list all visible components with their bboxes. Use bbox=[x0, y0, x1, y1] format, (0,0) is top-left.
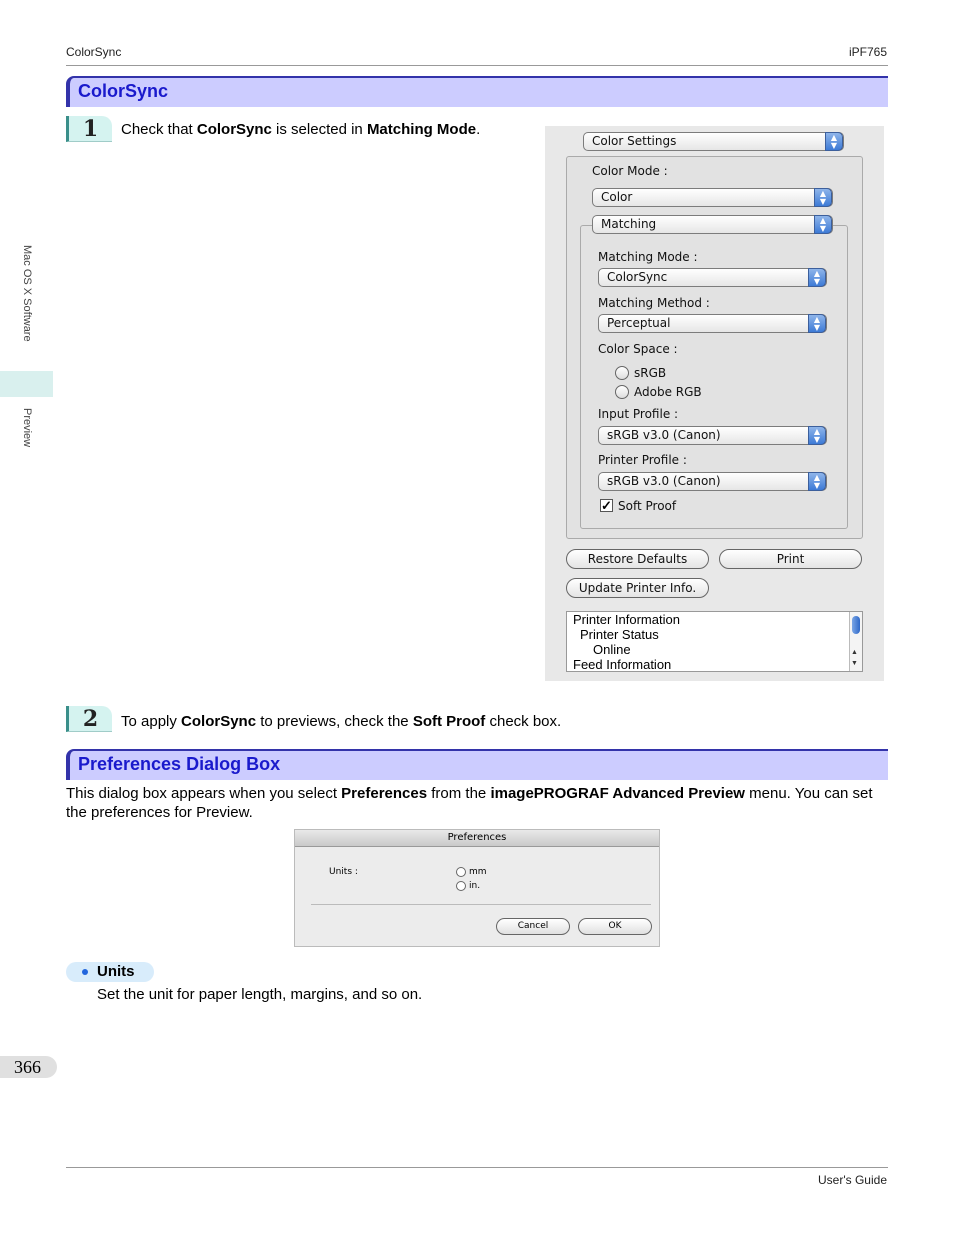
running-header-right: iPF765 bbox=[848, 45, 887, 59]
step-number: 1 bbox=[66, 116, 112, 142]
matching-method-popup[interactable]: Perceptual ▲ ▼ bbox=[598, 314, 827, 333]
section-heading-preferences: Preferences Dialog Box bbox=[66, 749, 888, 780]
input-profile-label: Input Profile : bbox=[598, 407, 679, 421]
matching-mode-popup[interactable]: ColorSync ▲ ▼ bbox=[598, 268, 827, 287]
step-number: 2 bbox=[66, 706, 112, 732]
printer-profile-label: Printer Profile : bbox=[598, 453, 687, 467]
print-button[interactable]: Print bbox=[719, 549, 862, 569]
scroll-thumb[interactable] bbox=[852, 616, 860, 634]
in-radio[interactable] bbox=[456, 881, 466, 891]
dialog-title: Preferences bbox=[295, 830, 659, 847]
popup-arrows-icon: ▲ ▼ bbox=[825, 132, 843, 151]
section-heading-colorsync: ColorSync bbox=[66, 76, 888, 107]
page-number: 366 bbox=[0, 1056, 57, 1078]
footer-rule bbox=[66, 1167, 888, 1168]
list-item[interactable]: Online bbox=[593, 642, 631, 657]
srgb-label: sRGB bbox=[634, 366, 667, 380]
matching-mode-label: Matching Mode : bbox=[598, 250, 698, 264]
units-description: Set the unit for paper length, margins, … bbox=[97, 986, 423, 1003]
bullet-icon bbox=[82, 969, 88, 975]
adobe-rgb-radio[interactable] bbox=[615, 385, 629, 399]
popup-arrows-icon: ▲ ▼ bbox=[814, 215, 832, 234]
matching-tab-popup[interactable]: Matching ▲ ▼ bbox=[592, 215, 833, 234]
list-item[interactable]: Printer Status bbox=[580, 627, 659, 642]
printer-info-list[interactable]: Printer Information Printer Status Onlin… bbox=[566, 611, 863, 672]
color-settings-popup[interactable]: Color Settings ▲ ▼ bbox=[583, 132, 844, 151]
header-rule bbox=[66, 65, 888, 66]
input-profile-popup[interactable]: sRGB v3.0 (Canon) ▲ ▼ bbox=[598, 426, 827, 445]
section-title: ColorSync bbox=[78, 81, 169, 101]
list-item[interactable]: Printer Information bbox=[573, 612, 680, 627]
colorsync-settings-panel: Color Settings ▲ ▼ Color Mode : Color ▲ ▼ Ma… bbox=[545, 126, 884, 681]
in-label: in. bbox=[469, 881, 481, 891]
ok-button[interactable]: OK bbox=[578, 918, 652, 935]
adobe-rgb-label: Adobe RGB bbox=[634, 385, 702, 399]
popup-arrows-icon: ▲ ▼ bbox=[814, 188, 832, 207]
popup-arrows-icon: ▲ ▼ bbox=[808, 472, 826, 491]
mm-radio[interactable] bbox=[456, 867, 466, 877]
matching-method-label: Matching Method : bbox=[598, 296, 710, 310]
soft-proof-checkbox[interactable]: ✓ bbox=[600, 499, 613, 512]
color-space-label: Color Space : bbox=[598, 342, 678, 356]
list-scrollbar[interactable]: ▲ ▼ bbox=[849, 612, 862, 671]
step-1-text: Check that ColorSync is selected in Matc… bbox=[121, 121, 481, 138]
cancel-button[interactable]: Cancel bbox=[496, 918, 570, 935]
section-title: Preferences Dialog Box bbox=[78, 754, 281, 774]
scroll-down-arrow-icon[interactable]: ▼ bbox=[851, 660, 858, 667]
scroll-up-arrow-icon[interactable]: ▲ bbox=[851, 649, 858, 656]
units-label: Units : bbox=[329, 867, 358, 877]
color-mode-popup[interactable]: Color ▲ ▼ bbox=[592, 188, 833, 207]
srgb-radio[interactable] bbox=[615, 366, 629, 380]
side-tab-marker bbox=[0, 371, 53, 397]
step-2-text: To apply ColorSync to previews, check th… bbox=[121, 713, 562, 730]
list-item[interactable]: Feed Information bbox=[573, 657, 671, 672]
running-header-left: ColorSync bbox=[66, 45, 122, 59]
printer-profile-popup[interactable]: sRGB v3.0 (Canon) ▲ ▼ bbox=[598, 472, 827, 491]
preferences-description: This dialog box appears when you select … bbox=[66, 785, 873, 821]
footer-right: User's Guide bbox=[818, 1173, 887, 1187]
popup-arrows-icon: ▲ ▼ bbox=[808, 268, 826, 287]
side-tab-section: Preview bbox=[21, 408, 33, 448]
soft-proof-label: Soft Proof bbox=[618, 499, 677, 513]
side-tab-chapter: Mac OS X Software bbox=[21, 245, 33, 342]
units-heading-label: Units bbox=[97, 963, 135, 980]
color-mode-label: Color Mode : bbox=[592, 164, 668, 178]
update-printer-info-button[interactable]: Update Printer Info. bbox=[566, 578, 709, 598]
mm-label: mm bbox=[469, 867, 487, 877]
dialog-divider bbox=[311, 904, 651, 905]
preferences-dialog: Preferences Units : mm in. Cancel OK bbox=[294, 829, 660, 947]
restore-defaults-button[interactable]: Restore Defaults bbox=[566, 549, 709, 569]
popup-arrows-icon: ▲ ▼ bbox=[808, 426, 826, 445]
units-heading: Units bbox=[66, 962, 154, 982]
popup-arrows-icon: ▲ ▼ bbox=[808, 314, 826, 333]
